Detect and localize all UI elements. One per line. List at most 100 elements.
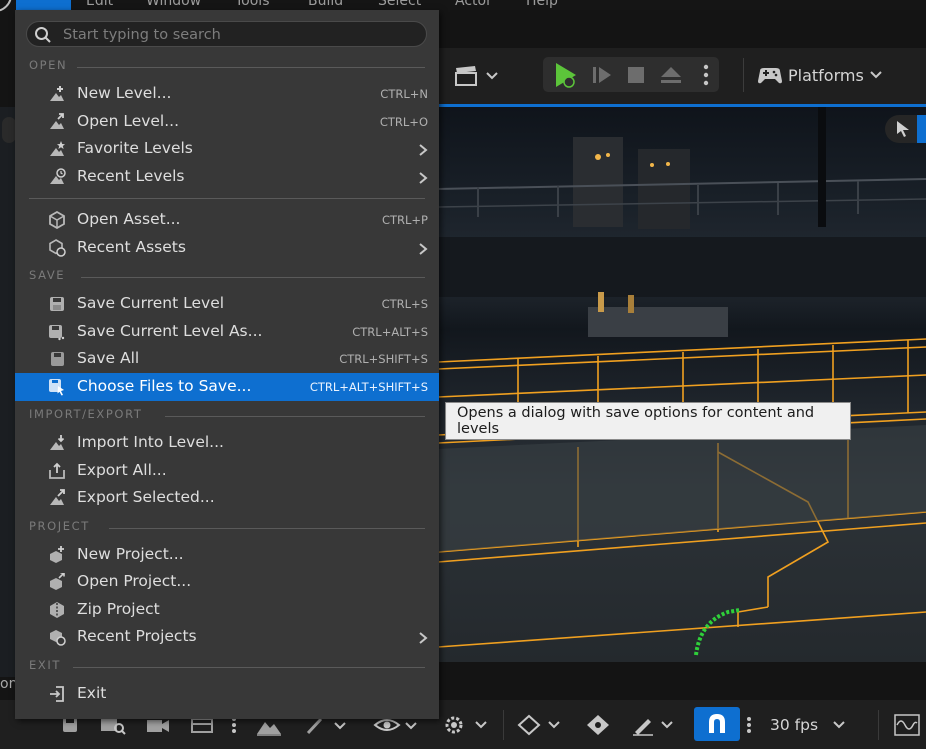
recent-assets-icon: [49, 239, 66, 257]
eject-button[interactable]: [656, 60, 686, 90]
magnet-icon: [709, 714, 725, 733]
eject-icon: [661, 67, 681, 83]
menu-item-export-all[interactable]: Export All...: [15, 457, 439, 485]
play-button[interactable]: [548, 60, 582, 90]
left-panel-button[interactable]: [2, 117, 16, 143]
platforms-label: Platforms: [788, 65, 864, 85]
chevron-right-icon: [419, 144, 428, 156]
cursor-icon: [897, 121, 909, 137]
menubar-item-select[interactable]: Select: [378, 0, 421, 9]
level-viewport[interactable]: [438, 107, 926, 662]
save-icon: [50, 297, 64, 311]
menu-item-label: Export Selected...: [77, 488, 215, 506]
pivot-diamond-icon: [587, 715, 609, 735]
menu-item-save-current-level-as[interactable]: Save Current Level As... CTRL+ALT+S: [15, 318, 439, 346]
fps-dropdown[interactable]: 30 fps: [770, 712, 860, 738]
menu-item-shortcut: CTRL+ALT+SHIFT+S: [309, 380, 428, 394]
section-divider: [77, 67, 425, 68]
menubar-item-actor[interactable]: Actor: [455, 0, 492, 9]
stop-button[interactable]: [622, 60, 650, 90]
menu-item-recent-projects[interactable]: Recent Projects: [15, 623, 439, 651]
section-label: EXIT: [29, 658, 61, 672]
fps-label: 30 fps: [770, 716, 819, 734]
menu-item-new-project[interactable]: New Project...: [15, 541, 439, 569]
menu-item-zip-project[interactable]: Zip Project: [15, 596, 439, 624]
menu-item-shortcut: CTRL+S: [381, 297, 428, 311]
section-import-export: IMPORT/EXPORT: [15, 407, 439, 425]
menu-item-import-into-level[interactable]: Import Into Level...: [15, 429, 439, 457]
play-options-button[interactable]: [696, 60, 716, 90]
menu-item-label: Import Into Level...: [77, 433, 224, 451]
snap-options-button[interactable]: [742, 712, 756, 738]
menu-bar: Edit Window Tools Build Select Actor Hel…: [0, 0, 926, 12]
section-divider: [81, 277, 425, 278]
section-label: SAVE: [29, 268, 66, 282]
settings-dropdown[interactable]: [440, 712, 490, 738]
menu-item-choose-files-to-save[interactable]: Choose Files to Save... CTRL+ALT+SHIFT+S: [15, 373, 439, 401]
platforms-button[interactable]: Platforms: [756, 60, 886, 90]
menu-item-label: Zip Project: [77, 600, 160, 618]
section-save: SAVE: [15, 268, 439, 286]
export-selected-icon: [50, 489, 65, 505]
new-level-icon: [50, 86, 64, 101]
menu-item-recent-assets[interactable]: Recent Assets: [15, 234, 439, 262]
stop-icon: [628, 67, 644, 83]
section-project: PROJECT: [15, 519, 439, 537]
favorite-levels-icon: [50, 141, 65, 156]
menubar-item-help[interactable]: Help: [526, 0, 558, 9]
menubar-item-build[interactable]: Build: [308, 0, 343, 9]
play-icon: [556, 63, 576, 88]
menu-search-box[interactable]: [26, 21, 427, 47]
draw-tool-dropdown[interactable]: [630, 712, 676, 738]
chevron-right-icon: [419, 243, 428, 255]
menubar-item-tools[interactable]: Tools: [235, 0, 270, 9]
menu-item-label: Open Asset...: [77, 210, 181, 228]
realtime-toggle[interactable]: [892, 712, 922, 738]
menu-item-label: Recent Projects: [77, 627, 197, 645]
menu-item-shortcut: CTRL+P: [381, 213, 428, 227]
advance-frame-button[interactable]: [588, 60, 616, 90]
transform-mode-active[interactable]: [917, 115, 926, 143]
menu-item-shortcut: CTRL+SHIFT+S: [339, 352, 428, 366]
menu-item-exit[interactable]: Exit: [15, 680, 439, 708]
menubar-item-edit[interactable]: Edit: [86, 0, 113, 9]
menubar-file-active[interactable]: [16, 0, 71, 10]
menu-item-label: Favorite Levels: [77, 139, 193, 157]
search-input[interactable]: [61, 25, 420, 45]
open-project-icon: [50, 573, 65, 590]
menu-item-new-level[interactable]: New Level... CTRL+N: [15, 80, 439, 108]
section-label: PROJECT: [29, 519, 90, 533]
menu-item-label: Recent Levels: [77, 167, 185, 185]
menu-item-save-current-level[interactable]: Save Current Level CTRL+S: [15, 290, 439, 318]
menu-item-recent-levels[interactable]: Recent Levels: [15, 163, 439, 191]
exit-icon: [50, 686, 64, 702]
menu-item-save-all[interactable]: Save All CTRL+SHIFT+S: [15, 345, 439, 373]
chevron-down-icon: [833, 721, 845, 729]
snap-dropdown[interactable]: [514, 712, 564, 738]
toolbar-divider: [878, 710, 879, 740]
section-exit: EXIT: [15, 658, 439, 676]
pivot-button[interactable]: [582, 712, 614, 738]
diamond-icon: [517, 714, 560, 736]
menu-item-favorite-levels[interactable]: Favorite Levels: [15, 135, 439, 163]
kebab-menu-icon: [747, 717, 751, 733]
menu-item-open-asset[interactable]: Open Asset... CTRL+P: [15, 206, 439, 234]
section-divider: [165, 416, 425, 417]
menu-item-label: New Project...: [77, 545, 184, 563]
menu-item-open-project[interactable]: Open Project...: [15, 568, 439, 596]
unreal-logo-icon[interactable]: [0, 0, 12, 12]
pencil-icon: [633, 719, 673, 736]
menubar-item-window[interactable]: Window: [146, 0, 201, 9]
save-as-icon: [49, 325, 65, 341]
menu-item-open-level[interactable]: Open Level... CTRL+O: [15, 108, 439, 136]
toolbar-divider: [503, 710, 504, 740]
zip-project-icon: [50, 602, 64, 618]
choose-files-tooltip: Opens a dialog with save options for con…: [445, 402, 851, 440]
surface-snapping-toggle[interactable]: [694, 707, 740, 741]
cinematics-button[interactable]: [452, 62, 502, 90]
skip-icon: [593, 67, 611, 83]
gear-icon: [445, 716, 487, 734]
section-divider: [73, 667, 425, 668]
menu-item-export-selected[interactable]: Export Selected...: [15, 484, 439, 512]
main-toolbar: Platforms: [438, 48, 926, 104]
